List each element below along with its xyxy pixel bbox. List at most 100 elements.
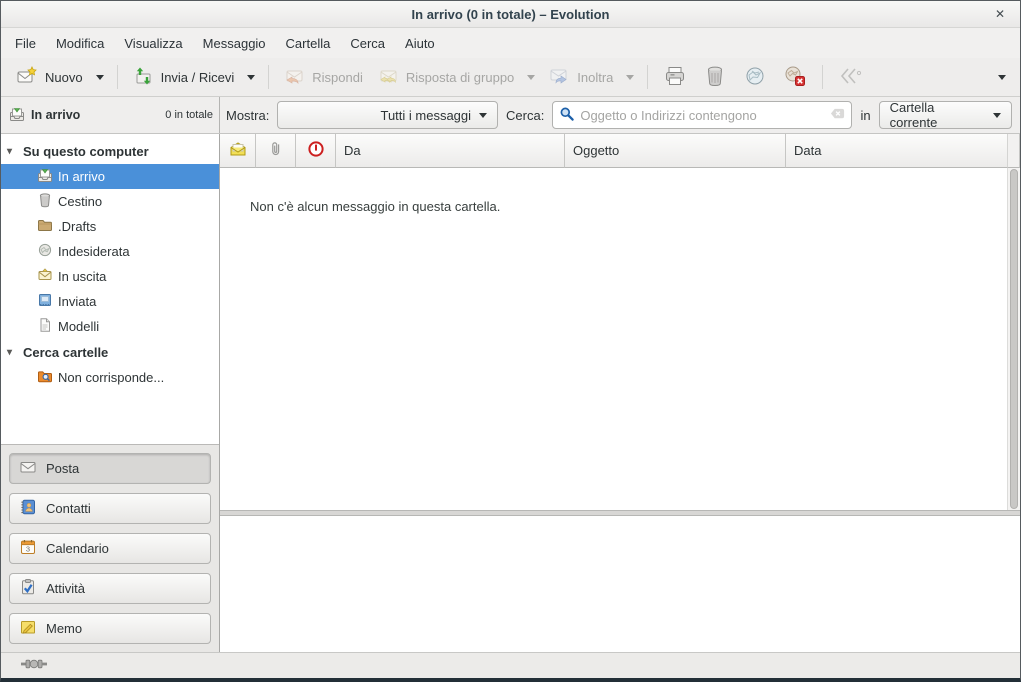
statusbar bbox=[1, 652, 1020, 678]
send-receive-label: Invia / Ricevi bbox=[161, 70, 235, 85]
print-button[interactable] bbox=[655, 60, 695, 95]
switcher-button-calendario[interactable]: 3 Calendario bbox=[9, 533, 211, 564]
column-da[interactable]: Da bbox=[336, 134, 565, 168]
sidebar-item-inviata[interactable]: Inviata bbox=[1, 289, 219, 314]
forward-dropdown-arrow[interactable] bbox=[626, 75, 634, 80]
menu-item-visualizza[interactable]: Visualizza bbox=[114, 31, 192, 56]
titlebar: In arrivo (0 in totale) – Evolution ✕ bbox=[1, 1, 1020, 28]
search-scope-dropdown[interactable]: Cartella corrente bbox=[879, 101, 1012, 129]
menu-item-file[interactable]: File bbox=[5, 31, 46, 56]
not-junk-icon bbox=[783, 64, 807, 91]
show-label: Mostra: bbox=[226, 108, 269, 123]
memo-icon bbox=[19, 618, 37, 639]
filterbar: In arrivo 0 in totale Mostra: Tutti i me… bbox=[1, 97, 1020, 134]
mail-icon bbox=[19, 458, 37, 479]
column-oggetto[interactable]: Oggetto bbox=[565, 134, 786, 168]
sidebar-group-cerca-cartelle[interactable]: ▾ Cerca cartelle bbox=[1, 339, 219, 365]
close-button[interactable]: ✕ bbox=[992, 6, 1008, 22]
switcher-label: Calendario bbox=[46, 541, 109, 556]
sidebar-group-on-this-computer[interactable]: ▾ Su questo computer bbox=[1, 138, 219, 164]
forward-button[interactable]: Inoltra bbox=[541, 61, 620, 94]
tasks-icon bbox=[19, 578, 37, 599]
send-receive-button[interactable]: Invia / Ricevi bbox=[125, 61, 242, 94]
new-dropdown-arrow[interactable] bbox=[96, 75, 104, 80]
column-read-status[interactable] bbox=[220, 134, 256, 168]
online-status-icon[interactable] bbox=[21, 657, 47, 674]
toolbar-overflow-button[interactable] bbox=[998, 75, 1006, 80]
menu-item-cerca[interactable]: Cerca bbox=[340, 31, 395, 56]
svg-text:3: 3 bbox=[26, 545, 30, 554]
folder-label: .Drafts bbox=[58, 219, 96, 234]
column-data[interactable]: Data bbox=[786, 134, 1007, 168]
toolbar: Nuovo Invia / Ricevi Rispondi Risposta d… bbox=[1, 58, 1020, 97]
clear-search-icon[interactable] bbox=[830, 106, 845, 124]
not-junk-button[interactable] bbox=[775, 60, 815, 95]
switcher-button-memo[interactable]: Memo bbox=[9, 613, 211, 644]
send-receive-icon bbox=[132, 65, 154, 90]
toolbar-separator bbox=[647, 65, 648, 89]
scrollbar-cap bbox=[1007, 134, 1020, 168]
search-input[interactable] bbox=[580, 108, 825, 123]
switcher-label: Posta bbox=[46, 461, 79, 476]
sidebar-item-in-uscita[interactable]: In uscita bbox=[1, 264, 219, 289]
inbox-icon bbox=[37, 167, 53, 186]
sidebar-item-non-corrisponde[interactable]: Non corrisponde... bbox=[1, 365, 219, 390]
message-list-scrollbar[interactable] bbox=[1007, 168, 1020, 510]
junk-icon bbox=[37, 242, 53, 261]
delete-button[interactable] bbox=[695, 60, 735, 95]
trash-icon bbox=[703, 64, 727, 91]
group-label: Cerca cartelle bbox=[23, 345, 108, 360]
folder-label: Inviata bbox=[58, 294, 96, 309]
template-icon bbox=[37, 317, 53, 336]
expander-icon[interactable]: ▾ bbox=[7, 347, 17, 358]
main-area: ▾ Su questo computer In arrivo Cestino bbox=[1, 134, 1020, 652]
search-entry[interactable] bbox=[552, 101, 852, 129]
attachment-icon bbox=[267, 140, 285, 161]
junk-button[interactable] bbox=[735, 60, 775, 95]
group-label: Su questo computer bbox=[23, 144, 149, 159]
message-list-body: Non c'è alcun messaggio in questa cartel… bbox=[220, 168, 1020, 510]
sidebar: ▾ Su questo computer In arrivo Cestino bbox=[1, 134, 220, 652]
folder-count-label: 0 in totale bbox=[165, 109, 213, 121]
menubar: File Modifica Visualizza Messaggio Carte… bbox=[1, 28, 1020, 58]
send-receive-dropdown-arrow[interactable] bbox=[247, 75, 255, 80]
menu-item-cartella[interactable]: Cartella bbox=[276, 31, 341, 56]
reply-button[interactable]: Rispondi bbox=[276, 61, 370, 94]
search-label: Cerca: bbox=[506, 108, 544, 123]
column-attachment[interactable] bbox=[256, 134, 296, 168]
sidebar-item-in-arrivo[interactable]: In arrivo bbox=[1, 164, 219, 189]
sent-icon bbox=[37, 292, 53, 311]
show-filter-dropdown[interactable]: Tutti i messaggi bbox=[277, 101, 498, 129]
sidebar-item-modelli[interactable]: Modelli bbox=[1, 314, 219, 339]
group-reply-icon bbox=[377, 65, 399, 90]
folder-label: In uscita bbox=[58, 269, 106, 284]
scrollbar-thumb[interactable] bbox=[1010, 169, 1018, 509]
switcher-label: Contatti bbox=[46, 501, 91, 516]
window-title: In arrivo (0 in totale) – Evolution bbox=[412, 7, 610, 22]
menu-item-messaggio[interactable]: Messaggio bbox=[193, 31, 276, 56]
folder-tree: ▾ Su questo computer In arrivo Cestino bbox=[1, 134, 219, 444]
switcher-label: Memo bbox=[46, 621, 82, 636]
sidebar-item-cestino[interactable]: Cestino bbox=[1, 189, 219, 214]
sidebar-item-drafts[interactable]: .Drafts bbox=[1, 214, 219, 239]
preview-pane bbox=[220, 516, 1020, 652]
column-label: Data bbox=[794, 143, 821, 158]
new-button[interactable]: Nuovo bbox=[9, 61, 90, 94]
switcher-button-contatti[interactable]: Contatti bbox=[9, 493, 211, 524]
expander-icon[interactable]: ▾ bbox=[7, 146, 17, 157]
folder-label: Non corrisponde... bbox=[58, 370, 164, 385]
group-reply-button[interactable]: Risposta di gruppo bbox=[370, 61, 521, 94]
switcher-button-attivita[interactable]: Attività bbox=[9, 573, 211, 604]
toolbar-separator bbox=[822, 65, 823, 89]
column-priority[interactable] bbox=[296, 134, 336, 168]
folder-label: Indesiderata bbox=[58, 244, 130, 259]
previous-message-button[interactable] bbox=[830, 61, 872, 94]
folder-label: Cestino bbox=[58, 194, 102, 209]
column-label: Oggetto bbox=[573, 143, 619, 158]
group-reply-dropdown-arrow[interactable] bbox=[527, 75, 535, 80]
folder-label: Modelli bbox=[58, 319, 99, 334]
sidebar-item-indesiderata[interactable]: Indesiderata bbox=[1, 239, 219, 264]
switcher-button-posta[interactable]: Posta bbox=[9, 453, 211, 484]
menu-item-aiuto[interactable]: Aiuto bbox=[395, 31, 445, 56]
menu-item-modifica[interactable]: Modifica bbox=[46, 31, 114, 56]
